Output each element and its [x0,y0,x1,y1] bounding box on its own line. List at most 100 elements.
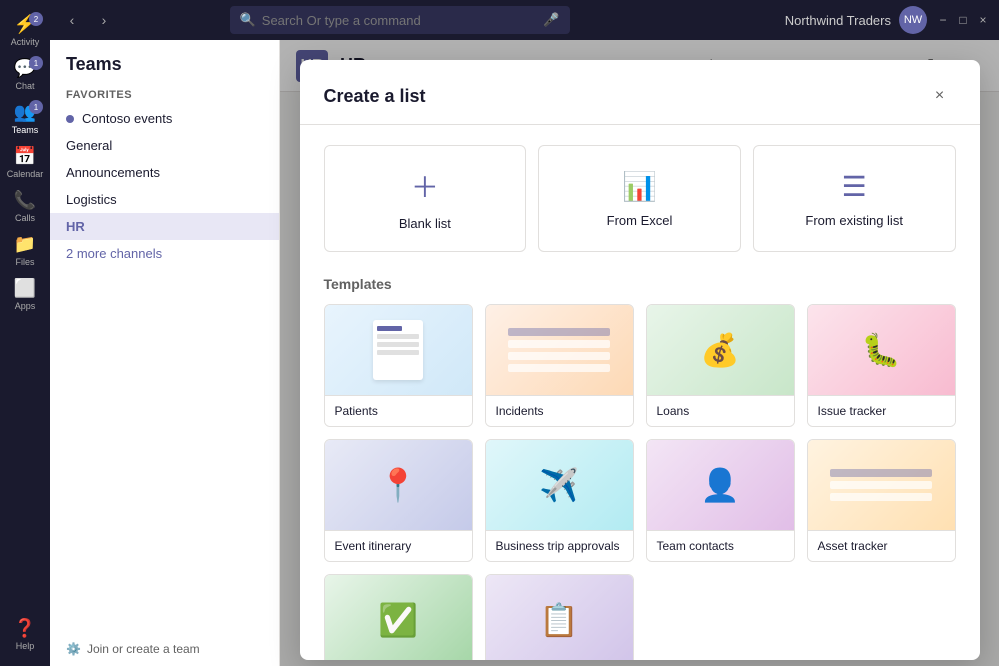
minimize-button[interactable]: − [935,12,951,28]
sidebar-label-apps: Apps [15,301,36,311]
template-card-incidents[interactable]: Incidents [485,304,634,427]
channel-item-announcements[interactable]: Announcements [50,159,279,186]
channel-label-general: General [66,138,112,153]
sidebar-icon-apps[interactable]: ⬜ Apps [3,272,47,316]
templates-label: Templates [324,276,956,292]
existing-icon: ☰ [842,170,867,203]
template-label-incidents: Incidents [486,395,633,426]
template-label-issue-tracker: Issue tracker [808,395,955,426]
forward-button[interactable]: › [90,6,118,34]
microphone-icon[interactable]: 🎤 [543,12,559,28]
template-thumb-patients [325,305,472,395]
template-thumb-incidents [486,305,633,395]
modal-title: Create a list [324,86,426,107]
sidebar-icon-teams[interactable]: 👥 Teams 1 [3,96,47,140]
blank-icon: ＋ [411,166,439,206]
template-thumb-team-contacts: 👤 [647,440,794,530]
maximize-button[interactable]: □ [955,12,971,28]
create-options: ＋ Blank list 📊 From Excel ☰ From existin… [324,145,956,252]
help-icon: ❓ [14,618,36,639]
sidebar-icon-help[interactable]: ❓ Help [3,612,47,656]
template-card-team-contacts[interactable]: 👤 Team contacts [646,439,795,562]
search-icon: 🔍 [240,12,256,28]
template-card-onboarding[interactable]: 📋 Onboarding checklist [485,574,634,660]
channel-label-hr: HR [66,219,85,234]
channel-label-contoso: Contoso events [82,111,172,126]
back-button[interactable]: ‹ [58,6,86,34]
window-controls: − □ × [935,12,991,28]
search-input[interactable] [262,13,538,28]
join-create-label: Join or create a team [87,642,200,656]
search-bar: 🔍 🎤 [230,6,570,34]
sidebar-label-calendar: Calendar [7,169,44,179]
calendar-icon: 📅 [14,146,36,167]
avatar[interactable]: NW [899,6,927,34]
channel-item-hr[interactable]: HR [50,213,279,240]
channel-dot-contoso [66,115,74,123]
create-option-existing[interactable]: ☰ From existing list [753,145,956,252]
create-list-modal: Create a list × ＋ Blank list 📊 From Exce… [300,60,980,660]
modal-body: ＋ Blank list 📊 From Excel ☰ From existin… [300,125,980,660]
template-card-issue-tracker[interactable]: 🐛 Issue tracker [807,304,956,427]
sidebar-label-teams: Teams [12,125,39,135]
sidebar-icon-calls[interactable]: 📞 Calls [3,184,47,228]
channel-item-logistics[interactable]: Logistics [50,186,279,213]
blank-label: Blank list [399,216,451,231]
channel-item-contoso[interactable]: Contoso events [50,105,279,132]
modal-header: Create a list × [300,60,980,125]
teams-panel: Teams Favorites Contoso events General A… [50,40,280,666]
teams-title: Teams [66,54,122,75]
sidebar-label-files: Files [15,257,34,267]
sidebar-icon-calendar[interactable]: 📅 Calendar [3,140,47,184]
modal-close-button[interactable]: × [924,80,956,112]
sidebar-icon-chat[interactable]: 💬 Chat 1 [3,52,47,96]
template-card-business-trip[interactable]: ✈️ Business trip approvals [485,439,634,562]
create-option-excel[interactable]: 📊 From Excel [538,145,741,252]
template-thumb-business-trip: ✈️ [486,440,633,530]
template-thumb-event-itinerary: 📍 [325,440,472,530]
template-label-asset-tracker: Asset tracker [808,530,955,561]
template-card-project-planning[interactable]: ✅ Project planning [324,574,473,660]
close-button[interactable]: × [975,12,991,28]
content-panel: HR HR PostsFilesWikiRecruiting ＋ ⤢ ↻ Cre… [280,40,999,666]
sidebar-icon-activity[interactable]: ⚡ Activity 2 [3,8,47,52]
existing-label: From existing list [805,213,903,228]
templates-grid: Patients Incidents 💰 Loans 🐛 Issue track… [324,304,956,660]
template-thumb-loans: 💰 [647,305,794,395]
files-icon: 📁 [14,234,36,255]
template-label-event-itinerary: Event itinerary [325,530,472,561]
more-channels-link[interactable]: 2 more channels [50,240,279,267]
template-card-loans[interactable]: 💰 Loans [646,304,795,427]
calls-icon: 📞 [14,190,36,211]
apps-icon: ⬜ [14,278,36,299]
template-thumb-onboarding: 📋 [486,575,633,660]
channel-item-general[interactable]: General [50,132,279,159]
sidebar-bottom: ❓ Help [3,612,47,666]
template-card-event-itinerary[interactable]: 📍 Event itinerary [324,439,473,562]
modal-overlay: Create a list × ＋ Blank list 📊 From Exce… [280,40,999,666]
app-area: Teams Favorites Contoso events General A… [50,40,999,666]
topbar-nav: ‹ › [58,6,118,34]
template-card-patients[interactable]: Patients [324,304,473,427]
sidebar-icon-files[interactable]: 📁 Files [3,228,47,272]
settings-icon: ⚙️ [66,642,81,656]
template-thumb-project-planning: ✅ [325,575,472,660]
activity-badge: 2 [29,12,43,26]
template-label-loans: Loans [647,395,794,426]
channel-label-logistics: Logistics [66,192,117,207]
teams-header: Teams [50,40,279,83]
excel-label: From Excel [607,213,673,228]
template-thumb-issue-tracker: 🐛 [808,305,955,395]
sidebar: ⚡ Activity 2 💬 Chat 1 👥 Teams 1 📅 Calend… [0,0,50,666]
topbar: ‹ › 🔍 🎤 Northwind Traders NW − □ × [50,0,999,40]
template-label-business-trip: Business trip approvals [486,530,633,561]
excel-icon: 📊 [622,170,657,203]
main-content: ‹ › 🔍 🎤 Northwind Traders NW − □ × Teams… [50,0,999,666]
template-card-asset-tracker[interactable]: Asset tracker [807,439,956,562]
sidebar-label-chat: Chat [15,81,34,91]
create-option-blank[interactable]: ＋ Blank list [324,145,527,252]
favorites-label: Favorites [50,83,279,105]
channel-label-announcements: Announcements [66,165,160,180]
chat-badge: 1 [29,56,43,70]
join-create-team[interactable]: ⚙️ Join or create a team [50,632,279,666]
